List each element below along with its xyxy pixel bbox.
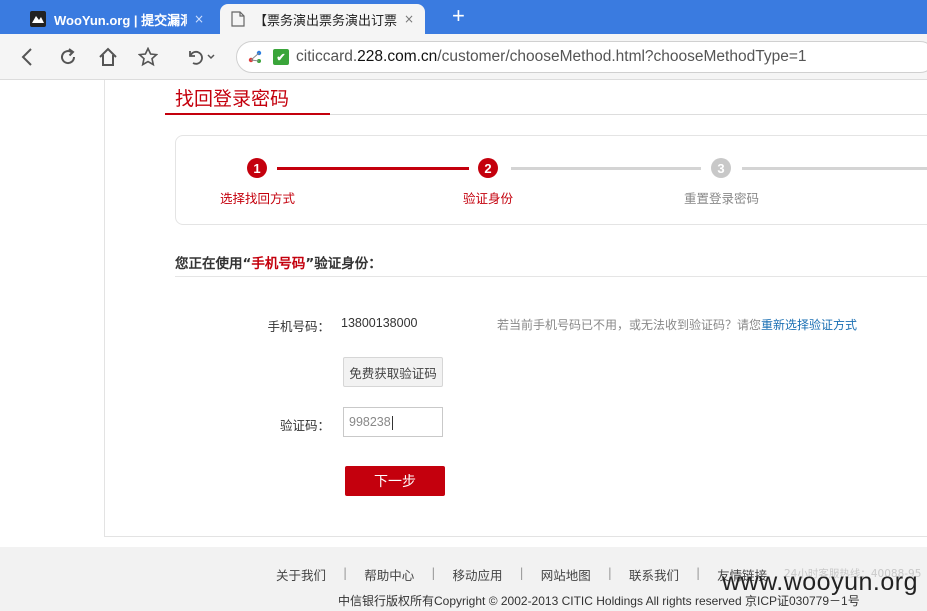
step-progress: 1 2 3 选择找回方式 验证身份 重置登录密码 <box>175 135 927 225</box>
divider <box>175 276 927 277</box>
footer-link[interactable]: 移动应用 <box>452 565 502 584</box>
new-tab-button[interactable]: + <box>452 3 465 29</box>
wooyun-logo-icon <box>30 11 46 27</box>
title-underline <box>165 113 330 115</box>
close-tab-icon[interactable]: × <box>193 12 205 26</box>
browser-tab-bar: WooYun.org | 提交漏洞 × 【票务演出票务演出订票票 × + <box>0 0 927 34</box>
phone-value: 13800138000 <box>341 316 418 330</box>
verification-code-input[interactable]: 998238 <box>343 407 443 437</box>
reselect-method-link[interactable]: 重新选择验证方式 <box>761 318 857 332</box>
url-path: /customer/chooseMethod.html?chooseMethod… <box>437 48 807 65</box>
url-prefix: citiccard. <box>296 48 358 65</box>
page-content: 找回登录密码 1 2 3 选择找回方式 验证身份 重置登录密码 您正在使用“手机… <box>0 80 927 611</box>
address-bar[interactable]: ✔ citiccard. 228.com.cn/customer/chooseMe… <box>236 41 927 73</box>
page-icon <box>230 11 246 27</box>
footer-link[interactable]: 网站地图 <box>541 565 591 584</box>
share-icon <box>247 49 263 65</box>
footer-link[interactable]: 关于我们 <box>276 565 326 584</box>
change-method-hint: 若当前手机号码已不用，或无法收到验证码？请您重新选择验证方式 <box>497 318 858 332</box>
step-number: 1 <box>247 158 267 178</box>
home-icon[interactable] <box>96 45 120 69</box>
url-domain: 228.com.cn <box>357 48 438 65</box>
footer-link[interactable]: 帮助中心 <box>364 565 414 584</box>
footer-links: 关于我们 | 帮助中心 | 移动应用 | 网站地图 | 联系我们 | 友情链接 <box>276 565 768 584</box>
close-tab-icon[interactable]: × <box>403 12 415 26</box>
watermark: www.wooyun.org <box>722 568 918 596</box>
browser-toolbar: ✔ citiccard. 228.com.cn/customer/chooseMe… <box>0 34 927 80</box>
code-label: 验证码： <box>279 418 330 433</box>
footer-link[interactable]: 联系我们 <box>629 565 679 584</box>
step-number: 3 <box>711 158 731 178</box>
reload-icon[interactable] <box>56 45 80 69</box>
secure-check-icon: ✔ <box>273 49 289 65</box>
step-label: 选择找回方式 <box>220 191 296 206</box>
back-icon[interactable] <box>15 45 39 69</box>
step-connector <box>277 167 469 170</box>
tab-title: 【票务演出票务演出订票票 <box>254 12 397 28</box>
get-sms-code-button[interactable]: 免费获取验证码 <box>343 357 443 387</box>
star-icon[interactable] <box>136 45 160 69</box>
undo-dropdown-icon[interactable] <box>184 45 218 69</box>
step-connector <box>511 167 701 170</box>
phone-label: 手机号码： <box>267 319 330 334</box>
step-label: 验证身份 <box>463 191 514 206</box>
step-connector <box>742 167 927 170</box>
section-title: 您正在使用“手机号码”验证身份： <box>175 256 382 272</box>
tab-wooyun[interactable]: WooYun.org | 提交漏洞 × <box>20 4 215 34</box>
step-label: 重置登录密码 <box>684 191 760 206</box>
next-step-button[interactable]: 下一步 <box>345 466 445 496</box>
step-number: 2 <box>478 158 498 178</box>
tab-title: WooYun.org | 提交漏洞 <box>54 12 187 28</box>
tab-228[interactable]: 【票务演出票务演出订票票 × <box>220 4 425 34</box>
page-title: 找回登录密码 <box>175 88 290 110</box>
